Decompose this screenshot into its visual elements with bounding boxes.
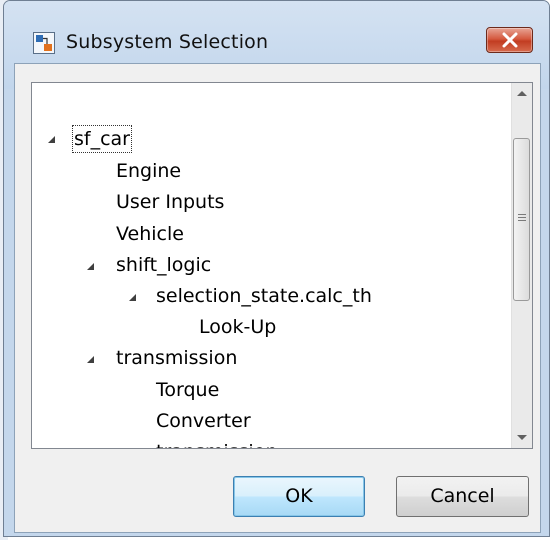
tree-item-label: transmission bbox=[153, 437, 280, 448]
close-button[interactable] bbox=[486, 27, 533, 53]
tree-item-label: Look-Up bbox=[199, 316, 277, 338]
tree-item-torque[interactable]: Torque bbox=[153, 375, 222, 405]
grip-line bbox=[518, 220, 526, 221]
cancel-button[interactable]: Cancel bbox=[396, 476, 529, 517]
tree-item-sf-car[interactable]: sf_car bbox=[71, 124, 133, 154]
tree-item-selection-state[interactable]: selection_state.calc_th bbox=[153, 281, 375, 311]
tree-item-transmission[interactable]: transmission bbox=[113, 343, 240, 373]
grip-line bbox=[518, 214, 526, 215]
scroll-down-arrow-icon[interactable] bbox=[512, 426, 532, 448]
tree-item-label: transmission bbox=[116, 347, 238, 369]
tree-item-user-inputs[interactable]: User Inputs bbox=[113, 187, 227, 217]
expand-arrow-icon[interactable] bbox=[129, 294, 136, 301]
tree-item-engine[interactable]: Engine bbox=[113, 156, 184, 186]
tree-item-look-up[interactable]: Look-Up bbox=[196, 312, 279, 342]
scroll-thumb[interactable] bbox=[513, 138, 530, 301]
tree-item-label: User Inputs bbox=[116, 191, 225, 213]
tree-item-label: Vehicle bbox=[116, 223, 184, 245]
tree-item-label: Torque bbox=[156, 379, 220, 401]
tree-item-label: sf_car bbox=[71, 124, 133, 154]
tree-item-label: Converter bbox=[156, 410, 251, 432]
simulink-model-icon bbox=[33, 32, 55, 54]
grip-line bbox=[518, 217, 526, 218]
tree-item-transmission-child[interactable]: transmission bbox=[153, 437, 280, 448]
tree-item-shift-logic[interactable]: shift_logic bbox=[113, 250, 214, 280]
scroll-up-arrow-icon[interactable] bbox=[512, 83, 532, 105]
tree-item-label: shift_logic bbox=[116, 254, 212, 276]
expand-arrow-icon[interactable] bbox=[87, 356, 94, 363]
vertical-scrollbar[interactable] bbox=[511, 83, 532, 448]
tree-item-vehicle[interactable]: Vehicle bbox=[113, 219, 187, 249]
ok-button[interactable]: OK bbox=[233, 476, 365, 517]
tree-item-label: Engine bbox=[116, 160, 182, 182]
expand-arrow-icon[interactable] bbox=[87, 263, 94, 270]
window-title: Subsystem Selection bbox=[66, 31, 269, 53]
expand-arrow-icon[interactable] bbox=[48, 136, 55, 143]
close-icon bbox=[502, 32, 518, 48]
subsystem-tree[interactable]: sf_car Engine User Inputs Vehicle shift_… bbox=[31, 82, 533, 449]
tree-item-label: selection_state.calc_th bbox=[156, 285, 372, 307]
tree-item-converter[interactable]: Converter bbox=[153, 406, 254, 436]
